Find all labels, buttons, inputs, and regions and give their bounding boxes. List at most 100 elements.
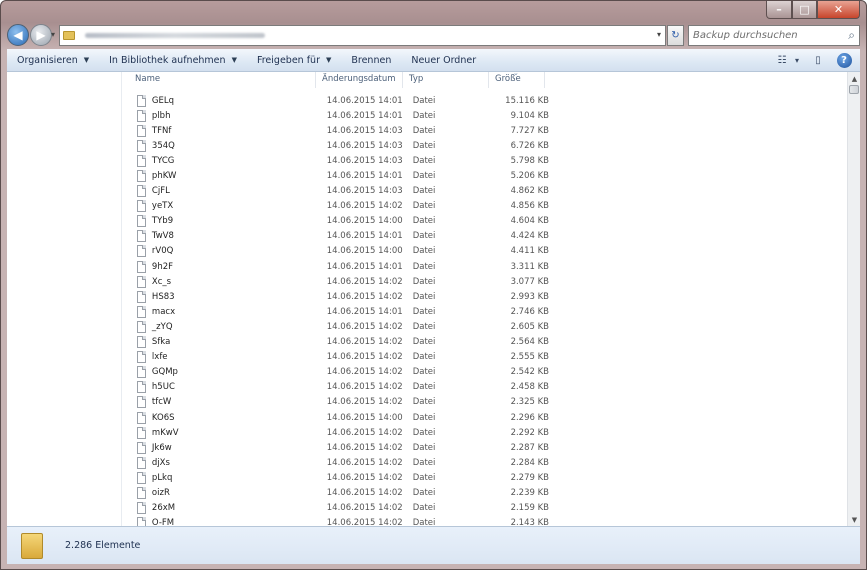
view-options-dropdown[interactable]: ▾ bbox=[792, 52, 802, 69]
file-icon bbox=[137, 275, 146, 288]
help-button[interactable]: ? bbox=[834, 52, 854, 69]
search-box[interactable]: ⌕ bbox=[688, 25, 860, 46]
table-row[interactable]: macx 14.06.2015 14:01 Datei 2.746 KB bbox=[123, 304, 553, 319]
forward-button[interactable]: ▶ bbox=[30, 24, 52, 46]
file-size: 7.727 KB bbox=[510, 125, 550, 136]
file-name: _zYQ bbox=[151, 321, 173, 332]
file-type: Datei bbox=[412, 231, 436, 242]
search-input[interactable] bbox=[693, 30, 838, 41]
table-row[interactable]: 9h2F 14.06.2015 14:01 Datei 3.311 KB bbox=[123, 259, 553, 274]
file-icon bbox=[137, 200, 146, 213]
file-type: Datei bbox=[412, 155, 436, 166]
table-row[interactable]: 26xM 14.06.2015 14:02 Datei 2.159 KB bbox=[123, 501, 553, 516]
preview-pane-icon[interactable]: ▯ bbox=[808, 52, 828, 69]
file-icon bbox=[137, 336, 146, 349]
column-header-type[interactable]: Typ bbox=[403, 72, 489, 88]
table-row[interactable]: tfcW 14.06.2015 14:02 Datei 2.325 KB bbox=[123, 395, 553, 410]
table-row[interactable]: TYb9 14.06.2015 14:00 Datei 4.604 KB bbox=[123, 214, 553, 229]
file-date: 14.06.2015 14:02 bbox=[326, 472, 403, 483]
file-icon bbox=[137, 396, 146, 409]
column-header-name[interactable]: Name bbox=[123, 72, 316, 88]
address-bar[interactable]: ▾ bbox=[59, 25, 666, 46]
scroll-up-button[interactable]: ▲ bbox=[848, 72, 860, 85]
burn-button[interactable]: Brennen bbox=[341, 55, 401, 66]
new-folder-button[interactable]: Neuer Ordner bbox=[401, 55, 486, 66]
recent-pages-dropdown[interactable]: ▾ bbox=[51, 30, 55, 39]
search-icon[interactable]: ⌕ bbox=[848, 28, 855, 43]
table-row[interactable]: HS83 14.06.2015 14:02 Datei 2.993 KB bbox=[123, 289, 553, 304]
file-date: 14.06.2015 14:00 bbox=[326, 412, 403, 423]
file-name: CjFL bbox=[151, 186, 170, 197]
file-size: 5.798 KB bbox=[510, 155, 550, 166]
table-row[interactable]: Jk6w 14.06.2015 14:02 Datei 2.287 KB bbox=[123, 440, 553, 455]
table-row[interactable]: TFNf 14.06.2015 14:03 Datei 7.727 KB bbox=[123, 123, 553, 138]
refresh-button[interactable]: ↻ bbox=[667, 25, 684, 46]
file-size: 2.279 KB bbox=[510, 472, 550, 483]
table-row[interactable]: plbh 14.06.2015 14:01 Datei 9.104 KB bbox=[123, 108, 553, 123]
file-list[interactable]: Name Änderungsdatum Typ ⌄ Größe GELq 14.06… bbox=[123, 72, 847, 526]
address-row: ◀ ▶ ▾ ▾ ↻ ⌕ bbox=[1, 21, 866, 49]
file-type: Datei bbox=[412, 261, 436, 272]
table-row[interactable]: phKW 14.06.2015 14:01 Datei 5.206 KB bbox=[123, 168, 553, 183]
table-row[interactable]: GQMp 14.06.2015 14:02 Datei 2.542 KB bbox=[123, 365, 553, 380]
scroll-down-button[interactable]: ▼ bbox=[848, 513, 860, 526]
table-row[interactable]: TYCG 14.06.2015 14:03 Datei 5.798 KB bbox=[123, 153, 553, 168]
table-row[interactable]: Sfka 14.06.2015 14:02 Datei 2.564 KB bbox=[123, 335, 553, 350]
file-type: Datei bbox=[412, 291, 436, 302]
table-row[interactable]: yeTX 14.06.2015 14:02 Datei 4.856 KB bbox=[123, 199, 553, 214]
column-header-size[interactable]: ⌄ Größe bbox=[489, 72, 545, 88]
file-date: 14.06.2015 14:02 bbox=[326, 397, 403, 408]
file-type: Datei bbox=[412, 442, 436, 453]
table-row[interactable]: O-FM 14.06.2015 14:02 Datei 2.143 KB bbox=[123, 516, 553, 526]
toolbar-right: ☷ ▾ ▯ ? bbox=[766, 52, 854, 69]
column-headers: Name Änderungsdatum Typ ⌄ Größe bbox=[123, 72, 553, 88]
table-row[interactable]: lxfe 14.06.2015 14:02 Datei 2.555 KB bbox=[123, 350, 553, 365]
column-header-date[interactable]: Änderungsdatum bbox=[316, 72, 403, 88]
table-row[interactable]: CjFL 14.06.2015 14:03 Datei 4.862 KB bbox=[123, 184, 553, 199]
vertical-scrollbar[interactable]: ▲ ▼ bbox=[847, 72, 860, 526]
organize-menu[interactable]: Organisieren ▼ bbox=[7, 55, 99, 66]
content-area: Name Änderungsdatum Typ ⌄ Größe GELq 14.06… bbox=[7, 72, 860, 526]
table-row[interactable]: Xc_s 14.06.2015 14:02 Datei 3.077 KB bbox=[123, 274, 553, 289]
table-row[interactable]: _zYQ 14.06.2015 14:02 Datei 2.605 KB bbox=[123, 319, 553, 334]
table-row[interactable]: h5UC 14.06.2015 14:02 Datei 2.458 KB bbox=[123, 380, 553, 395]
scroll-thumb[interactable] bbox=[849, 85, 859, 94]
minimize-button[interactable]: – bbox=[766, 1, 792, 19]
file-name: Sfka bbox=[151, 337, 171, 348]
maximize-button[interactable]: □ bbox=[792, 1, 817, 19]
table-row[interactable]: pLkq 14.06.2015 14:02 Datei 2.279 KB bbox=[123, 470, 553, 485]
file-type: Datei bbox=[412, 427, 436, 438]
table-row[interactable]: rV0Q 14.06.2015 14:00 Datei 4.411 KB bbox=[123, 244, 553, 259]
table-row[interactable]: KO6S 14.06.2015 14:00 Datei 2.296 KB bbox=[123, 410, 553, 425]
file-icon bbox=[137, 170, 146, 183]
file-name: macx bbox=[151, 306, 176, 317]
file-name: 9h2F bbox=[151, 261, 174, 272]
table-row[interactable]: djXs 14.06.2015 14:02 Datei 2.284 KB bbox=[123, 455, 553, 470]
address-dropdown-button[interactable]: ▾ bbox=[657, 30, 661, 39]
view-options-icon[interactable]: ☷ bbox=[772, 52, 792, 69]
file-date: 14.06.2015 14:02 bbox=[326, 487, 403, 498]
file-size: 2.296 KB bbox=[510, 412, 550, 423]
table-row[interactable]: oizR 14.06.2015 14:02 Datei 2.239 KB bbox=[123, 485, 553, 500]
file-icon bbox=[137, 517, 146, 526]
navigation-pane[interactable] bbox=[7, 72, 122, 526]
file-size: 3.311 KB bbox=[510, 261, 550, 272]
table-row[interactable]: mKwV 14.06.2015 14:02 Datei 2.292 KB bbox=[123, 425, 553, 440]
table-row[interactable]: TwV8 14.06.2015 14:01 Datei 4.424 KB bbox=[123, 229, 553, 244]
share-with-menu[interactable]: Freigeben für ▼ bbox=[247, 55, 341, 66]
close-button[interactable]: ✕ bbox=[817, 1, 860, 19]
file-icon bbox=[137, 366, 146, 379]
file-type: Datei bbox=[412, 95, 436, 106]
file-icon bbox=[137, 154, 146, 167]
file-name: tfcW bbox=[151, 397, 172, 408]
file-date: 14.06.2015 14:01 bbox=[326, 306, 403, 317]
table-row[interactable]: GELq 14.06.2015 14:01 Datei 15.116 KB bbox=[123, 93, 553, 108]
file-date: 14.06.2015 14:02 bbox=[326, 321, 403, 332]
file-date: 14.06.2015 14:02 bbox=[326, 457, 403, 468]
table-row[interactable]: 354Q 14.06.2015 14:03 Datei 6.726 KB bbox=[123, 138, 553, 153]
file-size: 4.604 KB bbox=[510, 216, 550, 227]
file-icon bbox=[137, 109, 146, 122]
include-in-library-menu[interactable]: In Bibliothek aufnehmen ▼ bbox=[99, 55, 247, 66]
file-size: 4.856 KB bbox=[510, 201, 550, 212]
back-button[interactable]: ◀ bbox=[7, 24, 29, 46]
